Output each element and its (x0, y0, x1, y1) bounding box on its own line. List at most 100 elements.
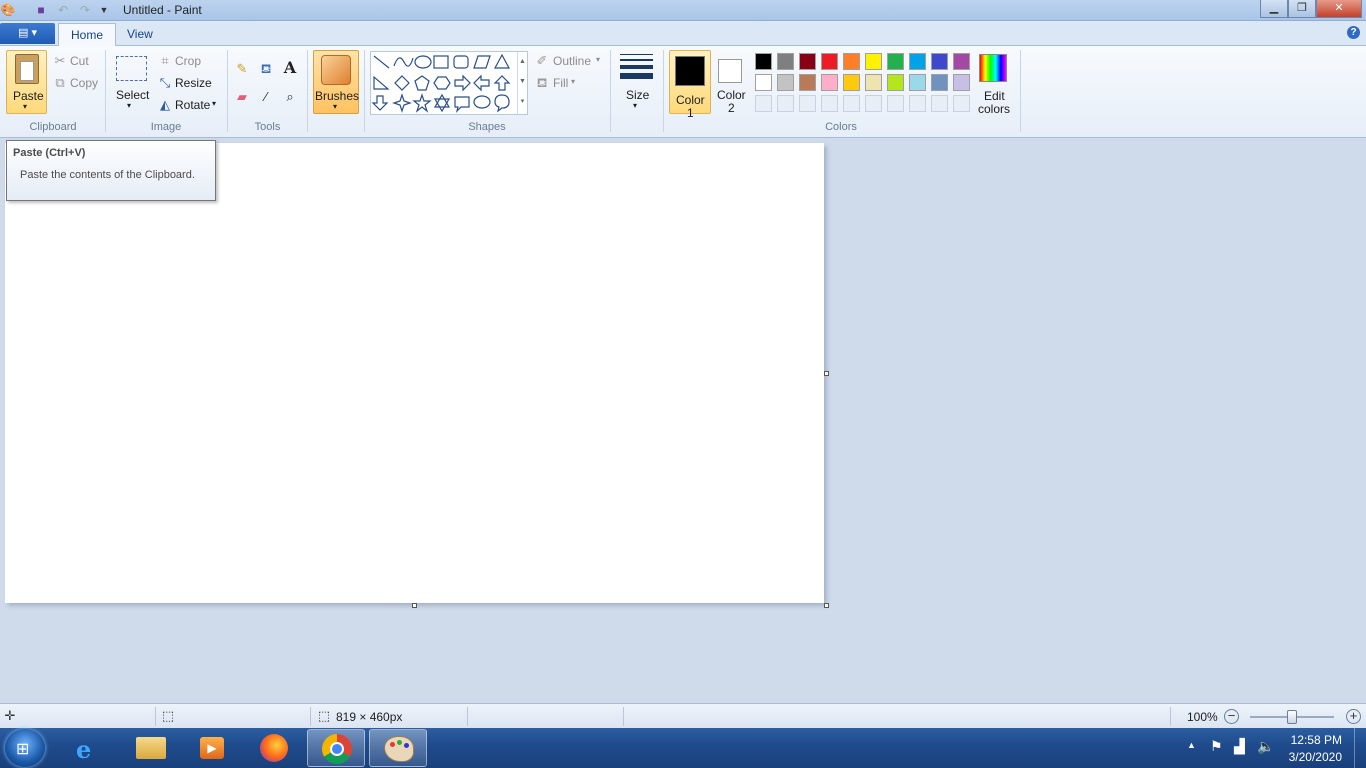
outline-dropdown-icon[interactable]: ▾ (596, 55, 600, 64)
volume-icon[interactable]: 🔈 (1257, 738, 1274, 755)
shapes-scrollbar[interactable]: ▲ ▼ ▾ (517, 52, 527, 114)
palette-swatch[interactable] (931, 74, 948, 91)
network-signal-icon[interactable]: ▟ (1234, 738, 1245, 755)
select-dropdown-icon[interactable]: ▾ (127, 101, 131, 110)
diamond-shape-icon (394, 75, 410, 91)
palette-custom-slot[interactable] (887, 95, 904, 112)
show-hidden-icons-icon[interactable]: ▲ (1187, 740, 1196, 750)
select-rectangle-icon[interactable] (116, 56, 147, 81)
palette-swatch[interactable] (755, 53, 772, 70)
brushes-button[interactable]: Brushes ▾ (313, 50, 359, 114)
fill-button[interactable]: Fill (553, 76, 568, 90)
tab-home[interactable]: Home (58, 23, 117, 46)
fill-dropdown-icon[interactable]: ▾ (571, 77, 575, 86)
resize-handle-right[interactable] (824, 371, 829, 376)
eraser-icon[interactable]: ▰ (234, 89, 250, 105)
paste-button[interactable]: Paste ▾ (6, 50, 47, 114)
palette-swatch[interactable] (931, 53, 948, 70)
tab-view[interactable]: View (115, 23, 165, 46)
drawing-canvas[interactable] (5, 143, 824, 603)
customize-quick-access-icon[interactable]: ▼ (96, 2, 112, 18)
zoom-out-button[interactable]: − (1224, 709, 1239, 724)
color1-swatch (675, 56, 705, 86)
palette-custom-slot[interactable] (821, 95, 838, 112)
size-lines-icon[interactable] (620, 54, 653, 82)
palette-swatch[interactable] (755, 74, 772, 91)
undo-icon[interactable]: ↶ (55, 2, 71, 18)
crop-button[interactable]: Crop (175, 54, 201, 68)
palette-custom-slot[interactable] (931, 95, 948, 112)
palette-swatch[interactable] (909, 53, 926, 70)
palette-swatch[interactable] (953, 53, 970, 70)
save-icon[interactable]: ■ (33, 2, 49, 18)
palette-swatch[interactable] (821, 74, 838, 91)
taskbar-internet-explorer[interactable]: e (60, 729, 118, 767)
zoom-slider-thumb[interactable] (1287, 710, 1297, 724)
palette-swatch[interactable] (887, 53, 904, 70)
clock-time[interactable]: 12:58 PM (1291, 733, 1342, 747)
text-tool-icon[interactable]: A (282, 60, 298, 76)
taskbar-firefox[interactable] (245, 729, 303, 767)
clipboard-group-label: Clipboard (29, 121, 77, 133)
resize-button[interactable]: Resize (175, 76, 212, 90)
canvas-workspace[interactable] (0, 138, 1366, 703)
palette-custom-slot[interactable] (865, 95, 882, 112)
rotate-button[interactable]: Rotate (175, 98, 210, 112)
copy-button[interactable]: Copy (70, 76, 98, 90)
restore-button[interactable]: ❐ (1288, 0, 1316, 18)
palette-swatch[interactable] (865, 74, 882, 91)
cut-button[interactable]: Cut (70, 54, 89, 68)
palette-swatch[interactable] (821, 53, 838, 70)
help-icon[interactable]: ? (1347, 26, 1360, 39)
palette-swatch[interactable] (799, 74, 816, 91)
palette-swatch[interactable] (843, 74, 860, 91)
edit-colors-label-2[interactable]: colors (978, 102, 1010, 116)
rounded-rectangle-shape-icon (453, 55, 469, 69)
minimize-button[interactable]: ▁ (1260, 0, 1288, 18)
taskbar-file-explorer[interactable] (122, 729, 180, 767)
file-menu-button[interactable]: ▤ ▾ (0, 23, 55, 44)
start-button[interactable]: ⊞ (5, 729, 45, 767)
select-button[interactable]: Select (116, 88, 149, 102)
edit-colors-rainbow-icon[interactable] (979, 54, 1007, 82)
palette-custom-slot[interactable] (777, 95, 794, 112)
show-desktop-button[interactable] (1354, 728, 1366, 768)
palette-swatch[interactable] (909, 74, 926, 91)
size-dropdown-icon[interactable]: ▾ (633, 101, 637, 110)
clock-date[interactable]: 3/20/2020 (1289, 750, 1342, 764)
outline-button[interactable]: Outline (553, 54, 591, 68)
color-picker-icon[interactable]: ⁄ (258, 89, 274, 105)
palette-swatch[interactable] (843, 53, 860, 70)
action-center-flag-icon[interactable]: ⚑ (1210, 738, 1223, 755)
magnifier-icon[interactable]: ⌕ (282, 89, 298, 105)
taskbar-paint[interactable] (369, 729, 427, 767)
palette-custom-slot[interactable] (799, 95, 816, 112)
rotate-dropdown-icon[interactable]: ▾ (212, 99, 216, 108)
color2-button[interactable]: Color 2 (712, 50, 750, 115)
palette-swatch[interactable] (777, 74, 794, 91)
palette-custom-slot[interactable] (843, 95, 860, 112)
palette-custom-slot[interactable] (909, 95, 926, 112)
color1-button[interactable]: Color 1 (669, 50, 711, 120)
zoom-in-button[interactable]: + (1346, 709, 1361, 724)
palette-swatch[interactable] (953, 74, 970, 91)
palette-swatch[interactable] (865, 53, 882, 70)
right-triangle-shape-icon (373, 75, 390, 90)
resize-handle-bottom[interactable] (412, 603, 417, 608)
edit-colors-label[interactable]: Edit (984, 89, 1005, 103)
taskbar-media-player[interactable]: ▶ (183, 729, 241, 767)
palette-swatch[interactable] (887, 74, 904, 91)
palette-custom-slot[interactable] (755, 95, 772, 112)
palette-swatch[interactable] (777, 53, 794, 70)
close-button[interactable]: ✕ (1316, 0, 1362, 18)
taskbar-chrome[interactable] (307, 729, 365, 767)
resize-handle-corner[interactable] (824, 603, 829, 608)
palette-swatch[interactable] (799, 53, 816, 70)
redo-icon[interactable]: ↷ (77, 2, 93, 18)
pencil-icon[interactable]: ✎ (234, 61, 250, 77)
fill-bucket-icon[interactable]: ⛾ (258, 61, 274, 77)
palette-custom-slot[interactable] (953, 95, 970, 112)
size-button[interactable]: Size (626, 88, 649, 102)
paint-app-icon[interactable]: 🎨 (0, 2, 16, 18)
taskbar: ⊞ e ▶ ▲ ⚑ ▟ 🔈 12:58 PM 3/20/2020 (0, 728, 1366, 768)
